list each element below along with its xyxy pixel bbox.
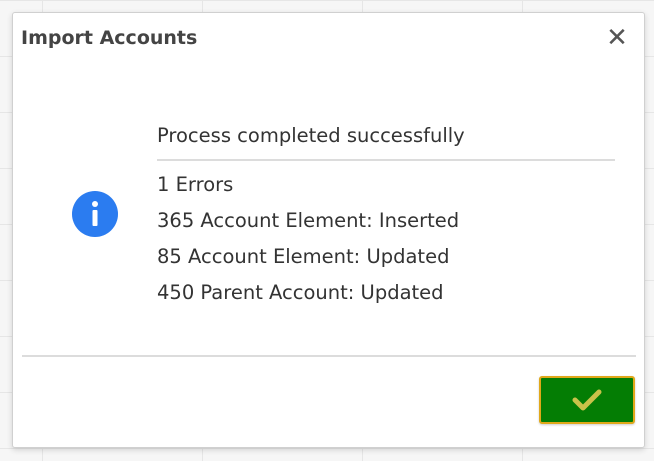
info-icon — [72, 191, 118, 237]
import-accounts-dialog: Import Accounts ✕ Process completed succ… — [12, 12, 645, 448]
message-heading: Process completed successfully — [157, 121, 615, 161]
message-line-inserted: 365 Account Element: Inserted — [157, 209, 460, 232]
dialog-title: Import Accounts — [21, 27, 198, 49]
close-icon[interactable]: ✕ — [606, 25, 628, 51]
close-button[interactable]: ✕ — [604, 25, 630, 51]
message-line-updated: 85 Account Element: Updated — [157, 245, 450, 268]
message-content: Process completed successfully 1 Errors … — [157, 121, 615, 311]
footer-divider — [22, 355, 636, 357]
checkmark-icon[interactable] — [572, 389, 602, 411]
message-line-errors: 1 Errors — [157, 173, 234, 196]
message-line-parent-updated: 450 Parent Account: Updated — [157, 281, 444, 304]
confirm-button[interactable] — [539, 376, 635, 424]
